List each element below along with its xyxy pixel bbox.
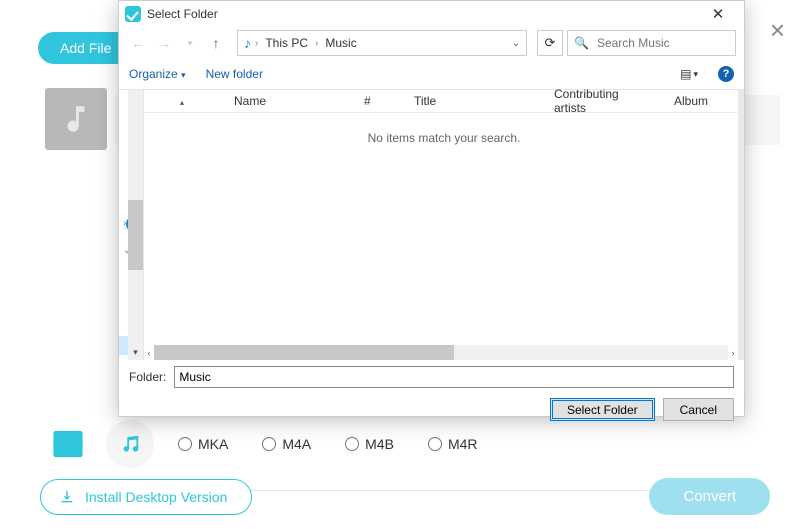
- chevron-down-icon: ▾: [181, 70, 186, 80]
- column-album[interactable]: Album: [664, 94, 744, 108]
- column-headers: ▴ Name # Title Contributing artists Albu…: [144, 90, 744, 113]
- address-bar[interactable]: ♪ › This PC › Music ⌄: [237, 30, 527, 56]
- film-icon[interactable]: [50, 426, 86, 462]
- scroll-left-button[interactable]: ‹: [144, 345, 154, 360]
- sort-indicator[interactable]: ▴: [144, 94, 224, 108]
- view-options-button[interactable]: ▤▾: [680, 67, 698, 81]
- column-name[interactable]: Name: [224, 94, 354, 108]
- dialog-titlebar: Select Folder ✕: [119, 1, 744, 27]
- close-icon[interactable]: ×: [770, 15, 785, 46]
- list-vscrollbar[interactable]: [738, 90, 744, 360]
- column-title[interactable]: Title: [404, 94, 544, 108]
- format-label: M4B: [365, 436, 394, 452]
- cancel-button[interactable]: Cancel: [663, 398, 734, 421]
- list-hscrollbar-thumb[interactable]: [154, 345, 454, 360]
- format-label: M4A: [282, 436, 311, 452]
- chevron-right-icon[interactable]: ›: [315, 38, 318, 49]
- format-label: M4R: [448, 436, 478, 452]
- file-list-pane: ▴ Name # Title Contributing artists Albu…: [144, 90, 744, 360]
- refresh-button[interactable]: ⟳: [537, 30, 563, 56]
- app-logo-icon: [125, 6, 141, 22]
- format-radio-m4b[interactable]: M4B: [345, 436, 394, 452]
- new-folder-button[interactable]: New folder: [206, 67, 263, 81]
- install-desktop-button[interactable]: Install Desktop Version: [40, 479, 252, 515]
- dialog-close-button[interactable]: ✕: [698, 1, 738, 27]
- organize-menu[interactable]: Organize ▾: [129, 67, 186, 81]
- column-contributing-artists[interactable]: Contributing artists: [544, 87, 664, 115]
- download-icon: [59, 489, 75, 505]
- breadcrumb-music[interactable]: Music: [322, 35, 359, 51]
- nav-forward-button[interactable]: →: [153, 32, 175, 54]
- search-box[interactable]: 🔍: [567, 30, 736, 56]
- search-input[interactable]: [595, 35, 754, 51]
- install-label: Install Desktop Version: [85, 489, 227, 505]
- nav-up-button[interactable]: ↑: [205, 32, 227, 54]
- chevron-right-icon[interactable]: ›: [255, 38, 258, 49]
- address-dropdown-icon[interactable]: ⌄: [512, 38, 520, 49]
- convert-button[interactable]: Convert: [649, 478, 770, 515]
- nav-recent-dropdown[interactable]: ▾: [179, 32, 201, 54]
- empty-message: No items match your search.: [144, 131, 744, 145]
- format-label: MKA: [198, 436, 228, 452]
- format-radio-m4a[interactable]: M4A: [262, 436, 311, 452]
- format-radio-m4r[interactable]: M4R: [428, 436, 478, 452]
- folder-tree: ▴ Pictures📌 Videos📌 ape to wav MPEG wav …: [119, 90, 144, 360]
- dialog-title: Select Folder: [147, 7, 218, 21]
- column-number[interactable]: #: [354, 94, 404, 108]
- folder-input[interactable]: [174, 366, 734, 388]
- scroll-down-button[interactable]: ▾: [128, 345, 143, 360]
- folder-label: Folder:: [129, 370, 166, 384]
- format-radio-mka[interactable]: MKA: [178, 436, 228, 452]
- select-folder-dialog: Select Folder ✕ ← → ▾ ↑ ♪ › This PC › Mu…: [118, 0, 745, 417]
- file-thumbnail: [45, 88, 107, 150]
- help-button[interactable]: ?: [718, 66, 734, 82]
- music-icon: ♪: [244, 36, 251, 50]
- search-icon: 🔍: [574, 36, 589, 50]
- breadcrumb-thispc[interactable]: This PC: [262, 35, 311, 51]
- tree-scrollbar-thumb[interactable]: [128, 200, 143, 270]
- select-folder-button[interactable]: Select Folder: [550, 398, 655, 421]
- scroll-right-button[interactable]: ›: [728, 345, 738, 360]
- nav-back-button[interactable]: ←: [127, 32, 149, 54]
